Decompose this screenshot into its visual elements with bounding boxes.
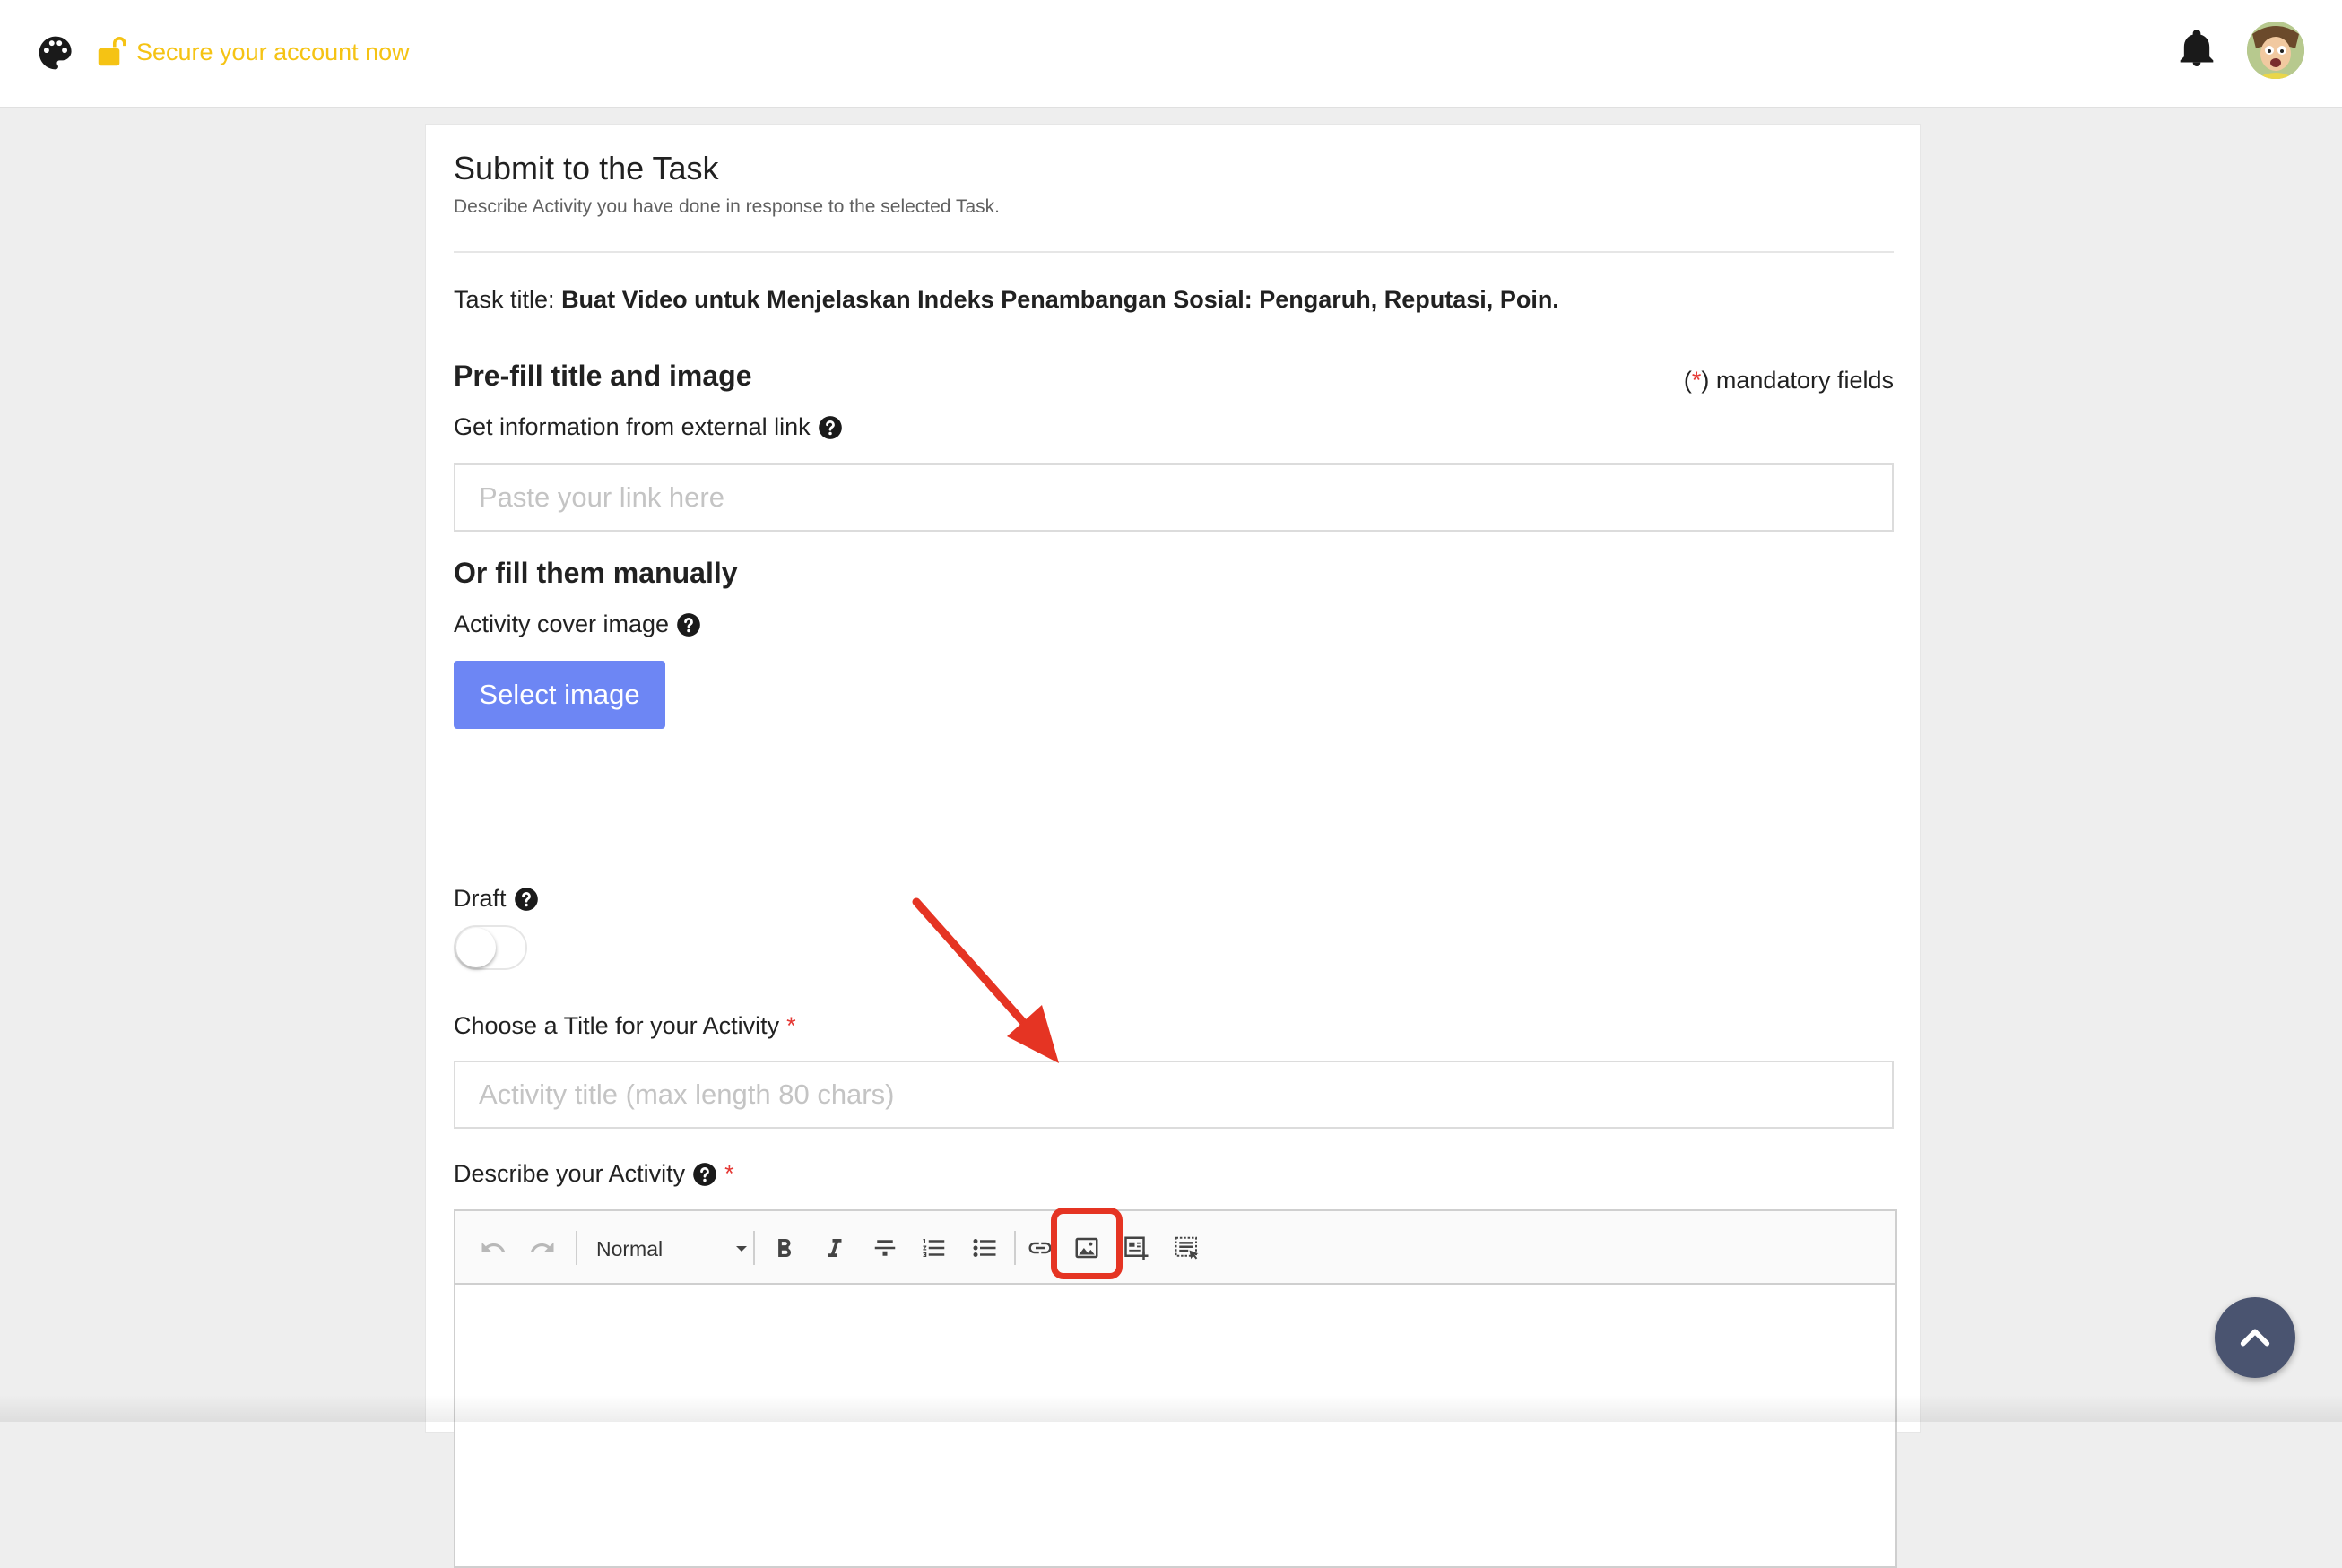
toolbar-separator bbox=[576, 1231, 577, 1265]
mandatory-star: * bbox=[1691, 367, 1702, 394]
image-icon[interactable] bbox=[1069, 1230, 1105, 1266]
describe-activity-label-text: Describe your Activity bbox=[454, 1160, 686, 1187]
lock-open-icon bbox=[98, 37, 126, 66]
mandatory-open: ( bbox=[1683, 367, 1692, 394]
chevron-up-icon bbox=[2240, 1329, 2270, 1347]
insert-embed-icon[interactable] bbox=[1119, 1230, 1155, 1266]
external-link-label: Get information from external link bbox=[454, 413, 843, 441]
mandatory-text: ) mandatory fields bbox=[1701, 367, 1894, 394]
format-select-value: Normal bbox=[596, 1236, 664, 1260]
required-star: * bbox=[786, 1012, 796, 1039]
back-to-top-button[interactable] bbox=[2215, 1297, 2295, 1378]
toolbar-separator bbox=[753, 1231, 755, 1265]
task-title-label: Task title: bbox=[454, 286, 555, 313]
task-title-value: Buat Video untuk Menjelaskan Indeks Pena… bbox=[561, 286, 1559, 313]
avatar[interactable] bbox=[2247, 22, 2304, 79]
task-title-line: Task title: Buat Video untuk Menjelaskan… bbox=[454, 286, 1559, 314]
toggle-knob bbox=[456, 928, 496, 967]
bold-icon[interactable] bbox=[767, 1230, 802, 1266]
help-icon[interactable] bbox=[818, 415, 843, 440]
manual-heading: Or fill them manually bbox=[454, 557, 738, 589]
help-icon[interactable] bbox=[692, 1162, 717, 1187]
draft-label: Draft bbox=[454, 885, 539, 913]
undo-icon[interactable] bbox=[475, 1230, 511, 1266]
top-bar: Secure your account now bbox=[0, 0, 2342, 108]
external-link-input[interactable] bbox=[454, 463, 1894, 532]
editor-content-area[interactable] bbox=[455, 1285, 1895, 1568]
draft-toggle[interactable] bbox=[454, 925, 527, 970]
cover-image-label: Activity cover image bbox=[454, 611, 701, 638]
help-icon[interactable] bbox=[514, 887, 539, 912]
toolbar-separator bbox=[1014, 1231, 1016, 1265]
submit-task-card: Submit to the Task Describe Activity you… bbox=[425, 124, 1921, 1568]
divider bbox=[454, 251, 1894, 253]
required-star: * bbox=[724, 1160, 734, 1187]
format-select[interactable]: Normal bbox=[596, 1231, 749, 1267]
italic-icon[interactable] bbox=[817, 1230, 853, 1266]
secure-account-label: Secure your account now bbox=[136, 38, 410, 65]
link-icon[interactable] bbox=[1022, 1230, 1058, 1266]
external-link-label-text: Get information from external link bbox=[454, 413, 811, 440]
ordered-list-icon[interactable] bbox=[916, 1230, 952, 1266]
prefill-heading: Pre-fill title and image bbox=[454, 360, 752, 392]
bullet-list-icon[interactable] bbox=[967, 1230, 1002, 1266]
activity-title-input[interactable] bbox=[454, 1061, 1894, 1129]
page-title: Submit to the Task bbox=[454, 150, 719, 186]
caret-down-icon bbox=[736, 1246, 747, 1252]
help-icon[interactable] bbox=[676, 612, 701, 637]
rich-text-editor: Normal bbox=[454, 1208, 1897, 1568]
select-image-button[interactable]: Select image bbox=[454, 661, 665, 729]
mandatory-note: (*) mandatory fields bbox=[1684, 367, 1894, 394]
palette-icon[interactable] bbox=[36, 33, 75, 73]
page-subtitle: Describe Activity you have done in respo… bbox=[454, 196, 1000, 217]
editor-toolbar: Normal bbox=[455, 1208, 1895, 1285]
draft-label-text: Draft bbox=[454, 885, 507, 912]
avatar-image bbox=[2247, 22, 2304, 79]
activity-title-label: Choose a Title for your Activity * bbox=[454, 1012, 796, 1040]
cover-image-label-text: Activity cover image bbox=[454, 611, 670, 637]
describe-activity-label: Describe your Activity * bbox=[454, 1160, 734, 1188]
secure-account-link[interactable]: Secure your account now bbox=[97, 34, 410, 70]
redo-icon[interactable] bbox=[525, 1230, 560, 1266]
activity-title-label-text: Choose a Title for your Activity bbox=[454, 1012, 780, 1039]
select-all-icon[interactable] bbox=[1169, 1230, 1205, 1266]
strikethrough-icon[interactable] bbox=[867, 1230, 903, 1266]
bell-icon[interactable] bbox=[2179, 29, 2215, 68]
